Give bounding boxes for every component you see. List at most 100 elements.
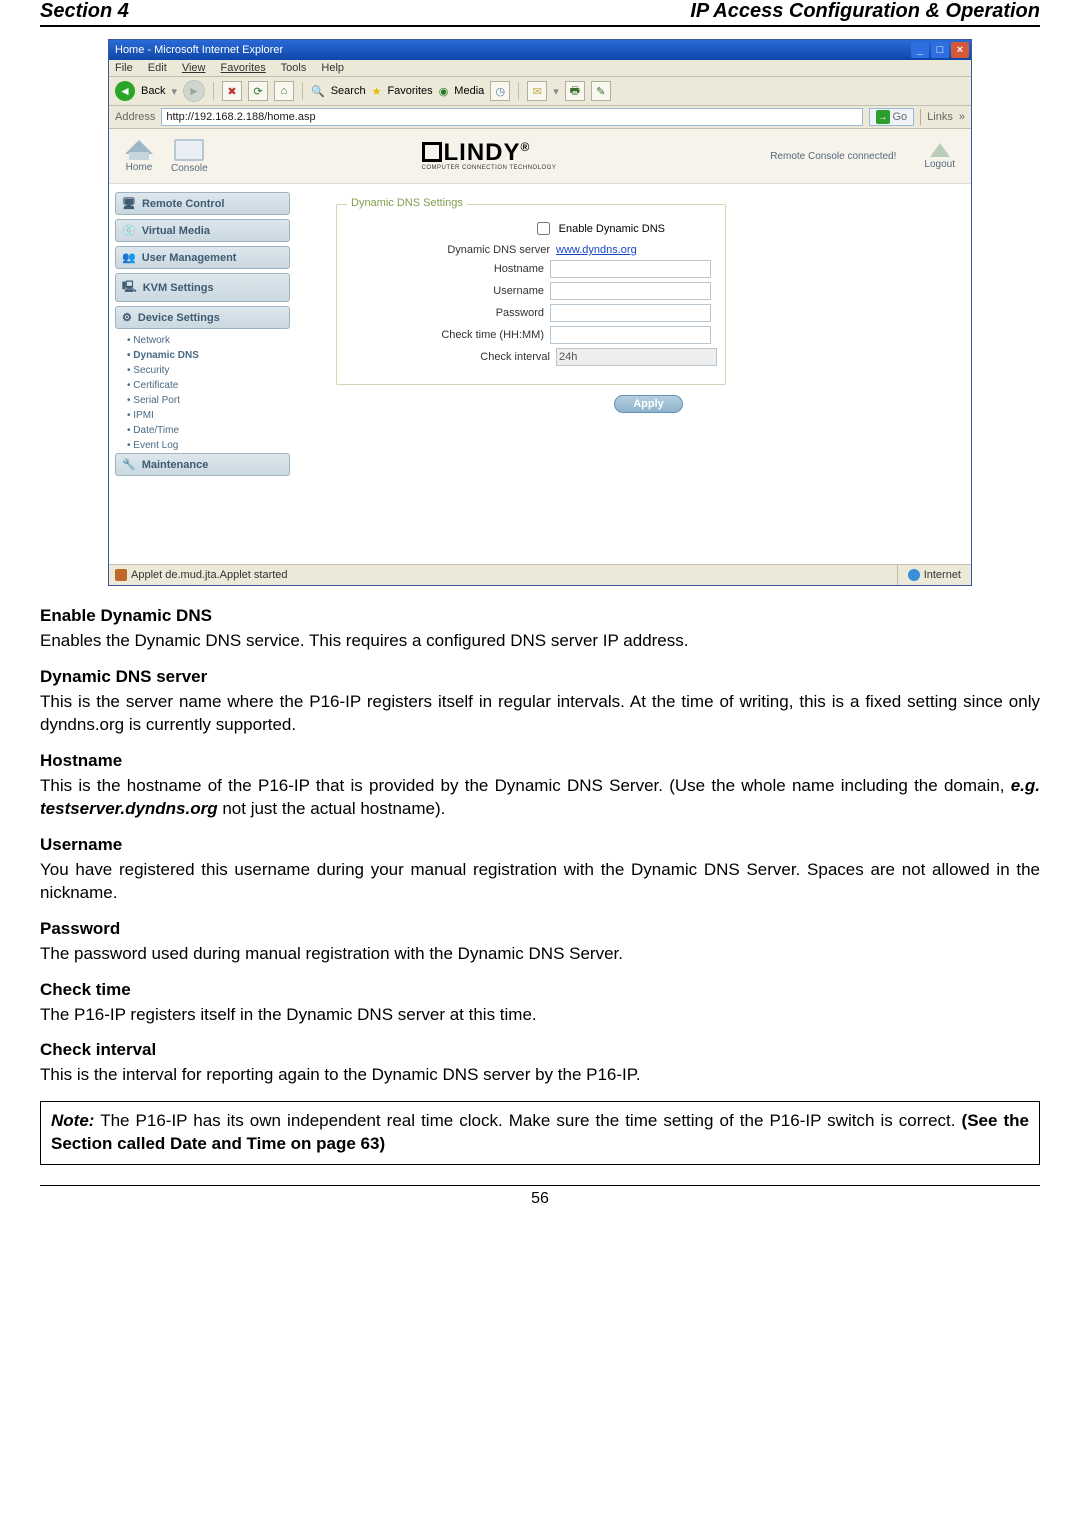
- print-button[interactable]: 🖶: [565, 81, 585, 101]
- kvm-icon: 🖳: [122, 278, 137, 297]
- sidebar-sub-ipmi[interactable]: • IPMI: [115, 408, 290, 423]
- nav-console[interactable]: Console: [171, 139, 208, 174]
- back-button[interactable]: ◄: [115, 81, 135, 101]
- checktime-input[interactable]: [550, 326, 711, 344]
- sidebar-item-remote-control[interactable]: 🖥Remote Control: [115, 192, 290, 215]
- address-label: Address: [115, 111, 155, 123]
- gear-icon: ⚙: [122, 311, 132, 324]
- sidebar-sub-event-log[interactable]: • Event Log: [115, 438, 290, 453]
- heading-username: Username: [40, 835, 1040, 855]
- sidebar-sub-security[interactable]: • Security: [115, 363, 290, 378]
- console-icon: [174, 139, 204, 161]
- stop-button[interactable]: ✖: [222, 81, 242, 101]
- heading-password: Password: [40, 919, 1040, 939]
- dns-server-label: Dynamic DNS server: [447, 244, 550, 256]
- refresh-button[interactable]: ⟳: [248, 81, 268, 101]
- sidebar-sub-certificate[interactable]: • Certificate: [115, 378, 290, 393]
- sidebar-item-user-management[interactable]: 👥User Management: [115, 246, 290, 269]
- url-input[interactable]: http://192.168.2.188/home.asp: [161, 108, 862, 126]
- sidebar-sub-serial-port[interactable]: • Serial Port: [115, 393, 290, 408]
- search-label[interactable]: Search: [331, 85, 366, 97]
- dynamic-dns-fieldset: Dynamic DNS Settings Enable Dynamic DNS …: [336, 204, 726, 385]
- forward-button[interactable]: ►: [183, 80, 205, 102]
- heading-check-time: Check time: [40, 980, 1040, 1000]
- sidebar-sub-network[interactable]: • Network: [115, 333, 290, 348]
- username-input[interactable]: [550, 282, 711, 300]
- enable-dynamic-dns-label: Enable Dynamic DNS: [559, 223, 665, 235]
- checktime-label: Check time (HH:MM): [441, 329, 544, 341]
- para-hostname: This is the hostname of the P16-IP that …: [40, 775, 1040, 821]
- window-title: Home - Microsoft Internet Explorer: [115, 44, 283, 56]
- para-dynamic-dns-server: This is the server name where the P16-IP…: [40, 691, 1040, 737]
- logout-button[interactable]: Logout: [924, 143, 955, 170]
- mail-button[interactable]: ✉: [527, 81, 547, 101]
- hostname-label: Hostname: [494, 263, 544, 275]
- enable-dynamic-dns-checkbox[interactable]: [537, 222, 550, 235]
- maximize-button[interactable]: □: [931, 42, 949, 58]
- heading-enable-dynamic-dns: Enable Dynamic DNS: [40, 606, 1040, 626]
- applet-icon: [115, 569, 127, 581]
- logout-icon: [930, 143, 950, 157]
- media-icon[interactable]: ◉: [439, 85, 449, 98]
- go-button[interactable]: → Go: [869, 108, 915, 126]
- menu-bar: File Edit View Favorites Tools Help: [109, 60, 971, 77]
- sidebar-item-kvm-settings[interactable]: 🖳KVM Settings: [115, 273, 290, 302]
- dns-server-link[interactable]: www.dyndns.org: [556, 244, 711, 256]
- fieldset-legend: Dynamic DNS Settings: [347, 197, 467, 209]
- toolbar: ◄ Back ▾ ► ✖ ⟳ ⌂ 🔍 Search ★ Favorites ◉ …: [109, 77, 971, 106]
- favorites-icon[interactable]: ★: [372, 85, 382, 98]
- password-label: Password: [496, 307, 544, 319]
- status-bar: Applet de.mud.jta.Applet started Interne…: [109, 564, 971, 585]
- history-button[interactable]: ◷: [490, 81, 510, 101]
- heading-dynamic-dns-server: Dynamic DNS server: [40, 667, 1040, 687]
- password-input[interactable]: [550, 304, 711, 322]
- internet-zone-icon: [908, 569, 920, 581]
- screenshot: Home - Microsoft Internet Explorer _ □ ×…: [108, 39, 972, 586]
- close-button[interactable]: ×: [951, 42, 969, 58]
- search-icon[interactable]: 🔍: [311, 85, 325, 98]
- address-bar: Address http://192.168.2.188/home.asp → …: [109, 106, 971, 129]
- menu-file[interactable]: File: [115, 62, 133, 74]
- console-status: Remote Console connected!: [770, 151, 896, 162]
- nav-home[interactable]: Home: [125, 140, 153, 173]
- window-titlebar: Home - Microsoft Internet Explorer _ □ ×: [109, 40, 971, 60]
- page-number: 56: [40, 1185, 1040, 1208]
- edit-button[interactable]: ✎: [591, 81, 611, 101]
- para-username: You have registered this username during…: [40, 859, 1040, 905]
- favorites-label[interactable]: Favorites: [387, 85, 432, 97]
- para-check-time: The P16-IP registers itself in the Dynam…: [40, 1004, 1040, 1027]
- username-label: Username: [493, 285, 544, 297]
- internet-zone-label: Internet: [924, 569, 961, 581]
- links-label[interactable]: Links: [927, 111, 953, 123]
- menu-help[interactable]: Help: [321, 62, 344, 74]
- media-label[interactable]: Media: [454, 85, 484, 97]
- sidebar-item-maintenance[interactable]: 🔧Maintenance: [115, 453, 290, 476]
- menu-view[interactable]: View: [182, 62, 206, 74]
- checkinterval-label: Check interval: [480, 351, 550, 363]
- para-password: The password used during manual registra…: [40, 943, 1040, 966]
- sidebar: 🖥Remote Control 💿Virtual Media 👥User Man…: [109, 184, 296, 564]
- home-button[interactable]: ⌂: [274, 81, 294, 101]
- wrench-icon: 🔧: [122, 458, 136, 471]
- back-label[interactable]: Back: [141, 85, 165, 97]
- sidebar-sub-date-time[interactable]: • Date/Time: [115, 423, 290, 438]
- content-pane: Dynamic DNS Settings Enable Dynamic DNS …: [296, 184, 971, 564]
- page-header-right: IP Access Configuration & Operation: [690, 0, 1040, 23]
- go-arrow-icon: →: [876, 110, 890, 124]
- menu-edit[interactable]: Edit: [148, 62, 167, 74]
- sidebar-item-virtual-media[interactable]: 💿Virtual Media: [115, 219, 290, 242]
- status-text: Applet de.mud.jta.Applet started: [131, 569, 288, 581]
- brand-logo: LINDY® COMPUTER CONNECTION TECHNOLOGY: [422, 141, 557, 171]
- minimize-button[interactable]: _: [911, 42, 929, 58]
- apply-button[interactable]: Apply: [614, 395, 683, 413]
- hostname-input[interactable]: [550, 260, 711, 278]
- checkinterval-input[interactable]: [556, 348, 717, 366]
- para-check-interval: This is the interval for reporting again…: [40, 1064, 1040, 1087]
- sidebar-sub-dynamic-dns[interactable]: • Dynamic DNS: [115, 348, 290, 363]
- sidebar-item-device-settings[interactable]: ⚙Device Settings: [115, 306, 290, 329]
- heading-check-interval: Check interval: [40, 1040, 1040, 1060]
- links-chevron-icon[interactable]: »: [959, 111, 965, 123]
- menu-tools[interactable]: Tools: [281, 62, 307, 74]
- menu-favorites[interactable]: Favorites: [221, 62, 266, 74]
- disc-icon: 💿: [122, 224, 136, 237]
